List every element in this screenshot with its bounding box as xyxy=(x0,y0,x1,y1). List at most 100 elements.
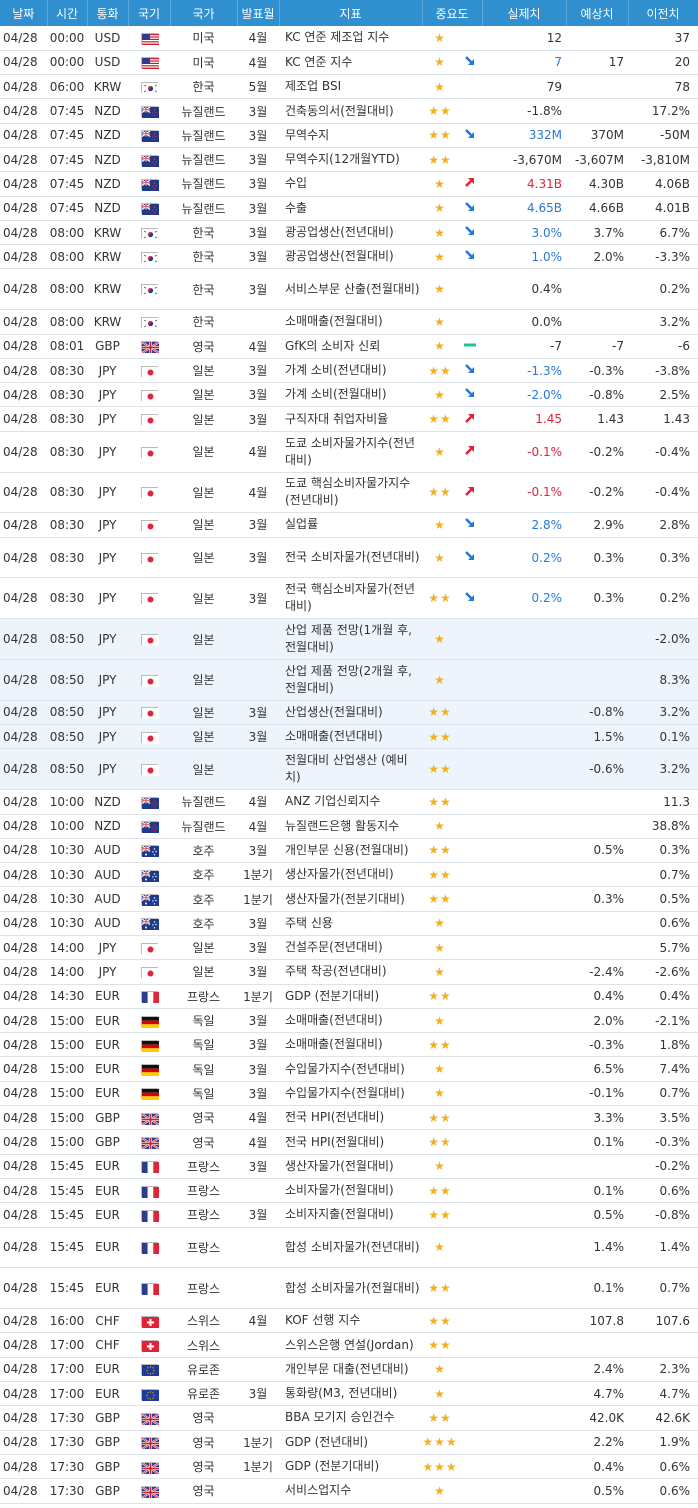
row-indicator[interactable]: 구직자대 취업자비율 xyxy=(279,407,422,431)
row-indicator[interactable]: 수출 xyxy=(279,196,422,220)
table-row[interactable]: 04/28 10:30 AUD 호주 1분기 생산자물가(전년대비) ★★ 0.7% xyxy=(0,863,698,887)
row-indicator[interactable]: GDP (전년대비) xyxy=(279,1430,422,1454)
table-row[interactable]: 04/28 08:00 KRW 한국 소매매출(전월대비) ★ 0.0% 3.2% xyxy=(0,310,698,335)
row-indicator[interactable]: 소비자지출(전월대비) xyxy=(279,1203,422,1227)
table-row[interactable]: 04/28 07:45 NZD 뉴질랜드 3월 무역수지 ★★ 332M 370M -50M xyxy=(0,123,698,148)
row-indicator[interactable]: 생산자물가(전년대비) xyxy=(279,863,422,887)
table-row[interactable]: 04/28 10:30 AUD 호주 1분기 생산자물가(전분기대비) ★★ 0.3% 0.5% xyxy=(0,887,698,912)
table-row[interactable]: 04/28 15:45 EUR 프랑스 3월 소비자지출(전월대비) ★★ 0.5% -0.8% xyxy=(0,1203,698,1228)
header-currency[interactable]: 통화 xyxy=(87,0,129,26)
row-indicator[interactable]: 산업 제품 전망(1개월 후, 전월대비) xyxy=(279,619,422,660)
row-indicator[interactable]: KOF 선행 지수 xyxy=(279,1309,422,1333)
row-indicator[interactable]: 소비자물가(전월대비) xyxy=(279,1178,422,1202)
row-indicator[interactable]: 개인부문 대출(전년대비) xyxy=(279,1357,422,1381)
table-row[interactable]: 04/28 15:00 EUR 독일 3월 수입물가지수(전년대비) ★ 6.5% 7.4% xyxy=(0,1057,698,1082)
row-indicator[interactable]: 전국 HPI(전월대비) xyxy=(279,1130,422,1154)
row-indicator[interactable]: 건축동의서(전월대비) xyxy=(279,99,422,123)
row-indicator[interactable]: 도쿄 핵심소비자물가지수(전년대비) xyxy=(279,472,422,513)
row-indicator[interactable]: 무역수지(12개월YTD) xyxy=(279,147,422,171)
table-row[interactable]: 04/28 07:45 NZD 뉴질랜드 3월 건축동의서(전월대비) ★★ -1.8% 17.… xyxy=(0,99,698,124)
table-row[interactable]: 04/28 08:30 JPY 일본 3월 가계 소비(전년대비) ★★ -1.3% -0.3%… xyxy=(0,358,698,383)
header-period[interactable]: 발표월 xyxy=(237,0,280,26)
table-row[interactable]: 04/28 14:00 JPY 일본 3월 주택 착공(전년대비) ★ -2.4% -2.6% xyxy=(0,960,698,985)
row-indicator[interactable]: 수입 xyxy=(279,172,422,196)
row-indicator[interactable]: GDP (전분기대비) xyxy=(279,984,422,1008)
table-row[interactable]: 04/28 08:30 JPY 일본 3월 전국 핵심소비자물가(전년대비) ★★ 0.2% 0… xyxy=(0,578,698,619)
row-indicator[interactable]: 전월대비 산업생산 (예비치) xyxy=(279,749,422,790)
header-actual[interactable]: 실제치 xyxy=(482,0,567,26)
row-indicator[interactable]: 가계 소비(전년대비) xyxy=(279,358,422,382)
table-row[interactable]: 04/28 17:00 EUR 유로존 3월 통화량(M3, 전년대비) ★ 4.7% 4.7% xyxy=(0,1382,698,1406)
table-row[interactable]: 04/28 10:30 AUD 호주 3월 개인부문 신용(전월대비) ★★ 0.5% 0.3% xyxy=(0,838,698,863)
table-row[interactable]: 04/28 15:45 EUR 프랑스 소비자물가(전월대비) ★★ 0.1% 0.6% xyxy=(0,1178,698,1203)
row-indicator[interactable]: 전국 HPI(전년대비) xyxy=(279,1106,422,1130)
row-indicator[interactable]: GDP (전분기대비) xyxy=(279,1454,422,1478)
table-row[interactable]: 04/28 00:00 USD 미국 4월 KC 연준 제조업 지수 ★ 12 37 xyxy=(0,26,698,51)
row-indicator[interactable]: GfK의 소비자 신뢰 xyxy=(279,334,422,358)
row-indicator[interactable]: 건설주문(전년대비) xyxy=(279,936,422,960)
row-indicator[interactable]: 무역수지 xyxy=(279,123,422,147)
row-indicator[interactable]: 수입물가지수(전년대비) xyxy=(279,1057,422,1081)
row-indicator[interactable]: 제조업 BSI xyxy=(279,75,422,99)
table-row[interactable]: 04/28 17:30 GBP 영국 1분기 GDP (전년대비) ★★★ 2.2% 1.9% xyxy=(0,1430,698,1455)
table-row[interactable]: 04/28 17:30 GBP 영국 BBA 모기지 승인건수 ★★ 42.0K 42.6K xyxy=(0,1406,698,1431)
header-forecast[interactable]: 예상치 xyxy=(566,0,629,26)
table-row[interactable]: 04/28 08:30 JPY 일본 3월 구직자대 취업자비율 ★★ 1.45 1.43 1.4… xyxy=(0,407,698,432)
table-row[interactable]: 04/28 08:50 JPY 일본 전월대비 산업생산 (예비치) ★★ -0.6% 3.2… xyxy=(0,748,698,790)
table-row[interactable]: 04/28 08:30 JPY 일본 3월 가계 소비(전월대비) ★ -2.0% -0.8% 2… xyxy=(0,383,698,407)
row-indicator[interactable]: 전국 핵심소비자물가(전년대비) xyxy=(279,578,422,619)
row-indicator[interactable]: BBA 모기지 승인건수 xyxy=(279,1406,422,1430)
table-row[interactable]: 04/28 15:00 EUR 독일 3월 수입물가지수(전월대비) ★ -0.1% 0.7% xyxy=(0,1081,698,1106)
row-indicator[interactable]: 전국 소비자물가(전년대비) xyxy=(279,537,422,578)
table-row[interactable]: 04/28 08:30 JPY 일본 4월 도쿄 소비자물가지수(전년대비) ★ -0.1% -… xyxy=(0,431,698,473)
header-date[interactable]: 날짜 xyxy=(0,0,48,26)
table-row[interactable]: 04/28 16:00 CHF 스위스 4월 KOF 선행 지수 ★★ 107.8 107.6 xyxy=(0,1309,698,1333)
row-indicator[interactable]: 통화량(M3, 전년대비) xyxy=(279,1382,422,1406)
table-row[interactable]: 04/28 08:30 JPY 일본 3월 전국 소비자물가(전년대비) ★ 0.2% 0.3%… xyxy=(0,537,698,578)
row-indicator[interactable]: ANZ 기업신뢰지수 xyxy=(279,790,422,814)
row-indicator[interactable]: 광공업생산(전월대비) xyxy=(279,245,422,269)
row-indicator[interactable]: 스위스은행 연설(Jordan) xyxy=(279,1333,422,1357)
table-row[interactable]: 04/28 15:00 EUR 독일 3월 소매매출(전월대비) ★★ -0.3% 1.8% xyxy=(0,1033,698,1057)
row-indicator[interactable]: 생산자물가(전분기대비) xyxy=(279,887,422,911)
row-indicator[interactable]: KC 연준 지수 xyxy=(279,50,422,74)
header-importance[interactable]: 중요도 xyxy=(422,0,483,26)
table-row[interactable]: 04/28 10:00 NZD 뉴질랜드 4월 뉴질랜드은행 활동지수 ★ 38.8% xyxy=(0,814,698,839)
row-indicator[interactable]: 수입물가지수(전월대비) xyxy=(279,1081,422,1105)
row-indicator[interactable]: 주택 착공(전년대비) xyxy=(279,960,422,984)
header-indicator[interactable]: 지표 xyxy=(279,0,423,26)
row-indicator[interactable]: 소매매출(전년대비) xyxy=(279,725,422,749)
table-row[interactable]: 04/28 17:00 CHF 스위스 스위스은행 연설(Jordan) ★★ xyxy=(0,1333,698,1358)
row-indicator[interactable]: 합성 소비자물가(전월대비) xyxy=(279,1268,422,1309)
table-row[interactable]: 04/28 10:00 NZD 뉴질랜드 4월 ANZ 기업신뢰지수 ★★ 11.3 xyxy=(0,790,698,815)
table-row[interactable]: 04/28 08:50 JPY 일본 산업 제품 전망(1개월 후, 전월대비) ★ -2.… xyxy=(0,618,698,660)
header-country[interactable]: 국가 xyxy=(170,0,238,26)
row-indicator[interactable]: 개인부문 신용(전월대비) xyxy=(279,838,422,862)
row-indicator[interactable]: 합성 소비자물가(전년대비) xyxy=(279,1227,422,1268)
row-indicator[interactable]: 소매매출(전월대비) xyxy=(279,310,422,334)
table-row[interactable]: 04/28 08:50 JPY 일본 3월 소매매출(전년대비) ★★ 1.5% 0.1% xyxy=(0,724,698,749)
row-indicator[interactable]: 뉴질랜드은행 활동지수 xyxy=(279,814,422,838)
table-row[interactable]: 04/28 08:01 GBP 영국 4월 GfK의 소비자 신뢰 ★ -7 -7 -6 xyxy=(0,334,698,359)
table-row[interactable]: 04/28 15:00 EUR 독일 3월 소매매출(전년대비) ★ 2.0% -2.1% xyxy=(0,1008,698,1033)
row-indicator[interactable]: 도쿄 소비자물가지수(전년대비) xyxy=(279,431,422,472)
table-row[interactable]: 04/28 17:00 EUR 유로존 개인부문 대출(전년대비) ★ 2.4% 2.3% xyxy=(0,1357,698,1382)
table-row[interactable]: 04/28 08:50 JPY 일본 산업 제품 전망(2개월 후, 전월대비) ★ 8.3… xyxy=(0,659,698,701)
header-flag[interactable]: 국기 xyxy=(128,0,171,26)
table-row[interactable]: 04/28 08:50 JPY 일본 3월 산업생산(전월대비) ★★ -0.8% 3.2% xyxy=(0,700,698,725)
table-row[interactable]: 04/28 08:30 JPY 일본 3월 실업률 ★ 2.8% 2.9% 2.8% xyxy=(0,513,698,538)
table-row[interactable]: 04/28 17:30 GBP 영국 서비스업지수 ★ 0.5% 0.6% xyxy=(0,1479,698,1504)
table-row[interactable]: 04/28 14:30 EUR 프랑스 1분기 GDP (전분기대비) ★★ 0.4% 0.4% xyxy=(0,984,698,1009)
header-previous[interactable]: 이전치 xyxy=(628,0,698,26)
table-row[interactable]: 04/28 06:00 KRW 한국 5월 제조업 BSI ★ 79 78 xyxy=(0,75,698,99)
table-row[interactable]: 04/28 10:30 AUD 호주 3월 주택 신용 ★ 0.6% xyxy=(0,911,698,936)
table-row[interactable]: 04/28 17:30 GBP 영국 1분기 GDP (전분기대비) ★★★ 0.4% 0.6% xyxy=(0,1454,698,1479)
row-indicator[interactable]: 산업생산(전월대비) xyxy=(279,700,422,724)
table-row[interactable]: 04/28 15:45 EUR 프랑스 합성 소비자물가(전월대비) ★★ 0.1% 0.7% xyxy=(0,1268,698,1309)
row-indicator[interactable]: 서비스부문 산출(전월대비) xyxy=(279,269,422,310)
row-indicator[interactable]: 산업 제품 전망(2개월 후, 전월대비) xyxy=(279,660,422,701)
header-time[interactable]: 시간 xyxy=(47,0,88,26)
row-indicator[interactable]: KC 연준 제조업 지수 xyxy=(279,26,422,50)
row-indicator[interactable]: 가계 소비(전월대비) xyxy=(279,383,422,407)
table-row[interactable]: 04/28 08:00 KRW 한국 3월 서비스부문 산출(전월대비) ★ 0.4% 0.2% xyxy=(0,269,698,310)
